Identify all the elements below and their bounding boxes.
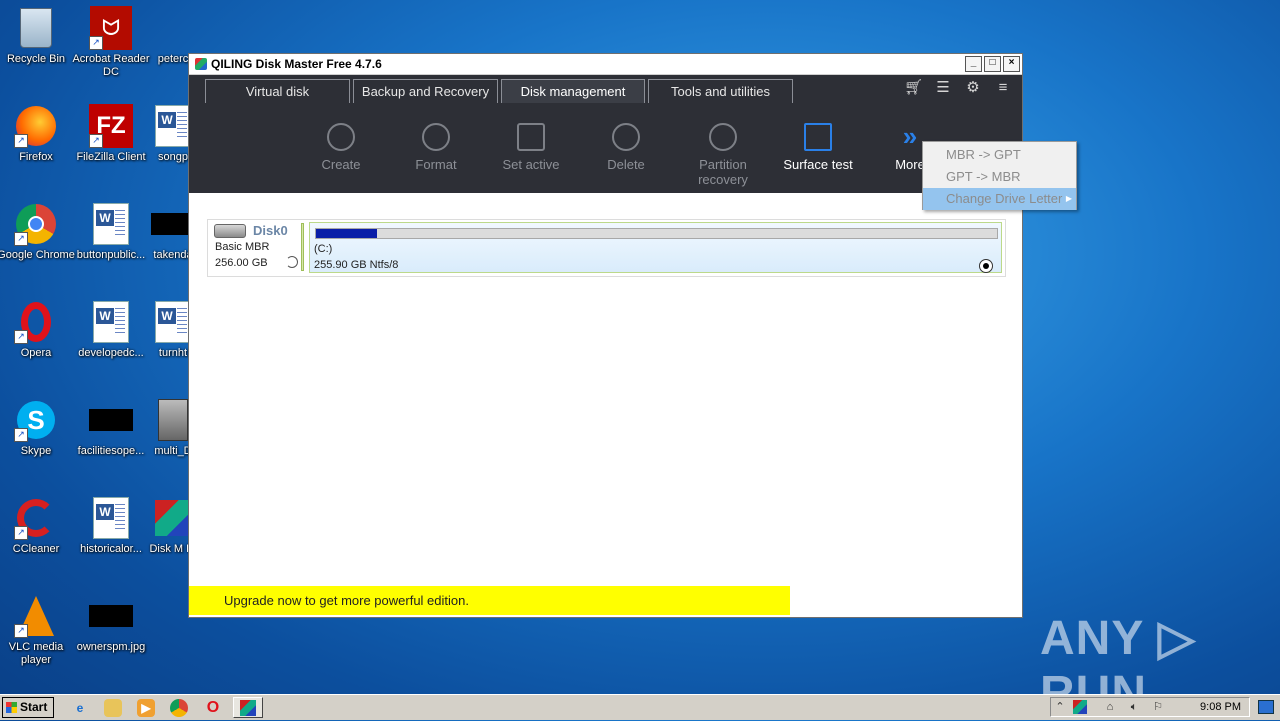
disk-master-cube-icon <box>240 700 256 716</box>
desktop-icon-vlc[interactable]: ↗ VLC media player <box>0 594 76 667</box>
partition-usage-bar <box>315 228 998 239</box>
taskbar: Start e ▶ O ⌃ ⌂ 🔈︎ ⚐ 9:08 PM <box>0 694 1280 720</box>
shortcut-arrow-icon: ↗ <box>14 232 28 246</box>
set-active-button[interactable]: Set active <box>486 123 576 172</box>
tab-bar: Virtual disk Backup and Recovery Disk ma… <box>189 75 1022 103</box>
system-tray: ⌃ ⌂ 🔈︎ ⚐ 9:08 PM <box>1050 697 1250 717</box>
tab-backup-and-recovery[interactable]: Backup and Recovery <box>353 79 498 103</box>
disk-master-taskbar-button[interactable] <box>233 697 263 718</box>
disk-master-cube-icon <box>155 500 191 536</box>
tab-disk-management[interactable]: Disk management <box>501 79 645 103</box>
surface-test-icon <box>804 123 832 151</box>
windows-flag-icon <box>6 702 17 713</box>
surface-test-button[interactable]: Surface test <box>773 123 863 172</box>
opera-taskbar-icon[interactable]: O <box>204 699 222 717</box>
create-icon <box>327 123 355 151</box>
internet-explorer-icon[interactable]: e <box>71 699 89 717</box>
disk-info[interactable]: Disk0 Basic MBR 256.00 GB <box>208 220 300 274</box>
volume-icon[interactable]: 🔈︎ <box>1127 700 1141 714</box>
disk-name: Disk0 <box>253 223 288 238</box>
close-button[interactable]: × <box>1003 56 1020 72</box>
desktop-icon-recycle-bin[interactable]: Recycle Bin <box>0 6 76 66</box>
network-icon[interactable]: ⌂ <box>1103 700 1117 714</box>
file-explorer-icon[interactable] <box>104 699 122 717</box>
windows-logo-icon <box>517 123 545 151</box>
maximize-button[interactable]: □ <box>984 56 1001 72</box>
disk-size: 256.00 GB <box>215 257 268 269</box>
start-button[interactable]: Start <box>2 697 54 718</box>
title-bar[interactable]: QILING Disk Master Free 4.7.6 _ □ × <box>189 54 1022 75</box>
black-thumbnail-icon <box>89 409 133 431</box>
desktop-icon-google-chrome[interactable]: ↗ Google Chrome <box>0 202 76 262</box>
disk-master-window: QILING Disk Master Free 4.7.6 _ □ × Virt… <box>188 53 1023 618</box>
create-button[interactable]: Create <box>296 123 386 172</box>
show-hidden-icons-chevron-icon[interactable]: ⌃ <box>1053 700 1067 714</box>
black-thumbnail-icon <box>89 605 133 627</box>
shortcut-arrow-icon: ↗ <box>89 36 103 50</box>
disk-row[interactable]: Disk0 Basic MBR 256.00 GB (C:) 255.90 GB… <box>207 219 1006 277</box>
partition-size: 255.90 GB Ntfs/8 <box>314 259 399 271</box>
desktop-icon-firefox[interactable]: ↗ Firefox <box>0 104 76 164</box>
word-document-icon <box>155 301 191 343</box>
word-document-icon <box>155 105 191 147</box>
app-logo-icon <box>195 58 207 70</box>
tab-tools-and-utilities[interactable]: Tools and utilities <box>648 79 793 103</box>
double-chevron-right-icon: » <box>902 121 918 151</box>
log-list-icon[interactable]: ☰ <box>934 79 952 97</box>
submenu-arrow-icon: ▶ <box>1065 194 1072 203</box>
chrome-taskbar-icon[interactable] <box>170 699 188 717</box>
window-title: QILING Disk Master Free 4.7.6 <box>211 57 382 71</box>
hard-drive-icon <box>214 224 246 238</box>
partition-recovery-icon <box>709 123 737 151</box>
shortcut-arrow-icon: ↗ <box>14 428 28 442</box>
partition-recovery-button[interactable]: Partition recovery <box>678 123 768 187</box>
menu-item-mbr-to-gpt[interactable]: MBR -> GPT <box>923 144 1076 166</box>
tab-virtual-disk[interactable]: Virtual disk <box>205 79 350 103</box>
gear-icon[interactable]: ⚙ <box>964 79 982 97</box>
more-context-menu: MBR -> GPT GPT -> MBR Change Drive Lette… <box>922 141 1077 210</box>
partition-c[interactable]: (C:) 255.90 GB Ntfs/8 <box>309 222 1002 273</box>
recycle-bin-icon <box>20 8 52 48</box>
action-center-flag-icon[interactable]: ⚐ <box>1151 700 1165 714</box>
desktop-icon-ccleaner[interactable]: ↗ CCleaner <box>0 496 76 556</box>
word-document-icon <box>93 203 129 245</box>
show-desktop-icon[interactable] <box>1258 700 1274 714</box>
media-player-icon[interactable]: ▶ <box>137 699 155 717</box>
word-document-icon <box>93 301 129 343</box>
upgrade-banner[interactable]: Upgrade now to get more powerful edition… <box>189 586 790 615</box>
menu-icon[interactable]: ≡ <box>994 79 1012 97</box>
installer-icon <box>158 399 188 441</box>
shortcut-arrow-icon: ↗ <box>89 134 103 148</box>
desktop-icon-ownerspm[interactable]: ownerspm.jpg <box>71 594 151 654</box>
desktop-icon-skype[interactable]: S ↗ Skype <box>0 398 76 458</box>
delete-icon <box>612 123 640 151</box>
shortcut-arrow-icon: ↗ <box>14 526 28 540</box>
format-icon <box>422 123 450 151</box>
word-document-icon <box>93 497 129 539</box>
shortcut-arrow-icon: ↗ <box>14 330 28 344</box>
shortcut-arrow-icon: ↗ <box>14 624 28 638</box>
delete-button[interactable]: Delete <box>581 123 671 172</box>
partition-usage-fill <box>316 229 378 238</box>
disk-type: Basic MBR <box>215 241 270 253</box>
menu-item-gpt-to-mbr[interactable]: GPT -> MBR <box>923 166 1076 188</box>
desktop-icon-opera[interactable]: ↗ Opera <box>0 300 76 360</box>
disk-select-radio[interactable] <box>286 256 298 268</box>
partition-select-radio[interactable] <box>979 259 993 273</box>
disk-separator <box>301 223 304 271</box>
format-button[interactable]: Format <box>391 123 481 172</box>
shopping-cart-icon[interactable]: 🛒︎ <box>904 79 923 97</box>
shortcut-arrow-icon: ↗ <box>14 134 28 148</box>
menu-item-change-drive-letter[interactable]: Change Drive Letter ▶ <box>923 188 1076 210</box>
disk-map-area: Disk0 Basic MBR 256.00 GB (C:) 255.90 GB… <box>189 193 1022 617</box>
disk-master-tray-icon[interactable] <box>1073 700 1087 714</box>
partition-label: (C:) <box>314 243 333 255</box>
clock[interactable]: 9:08 PM <box>1200 698 1241 716</box>
minimize-button[interactable]: _ <box>965 56 982 72</box>
